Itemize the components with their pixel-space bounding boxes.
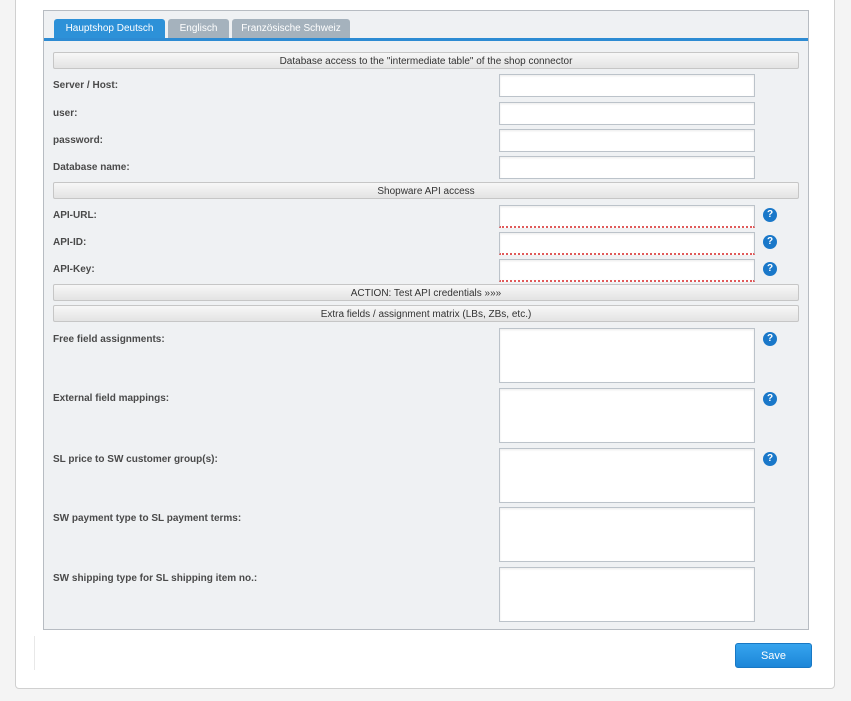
divider xyxy=(34,636,35,670)
api-url-label: API-URL: xyxy=(53,210,97,221)
payment-type-label: SW payment type to SL payment terms: xyxy=(53,513,242,524)
tab-franzoesische-schweiz[interactable]: Französische Schweiz xyxy=(232,19,350,39)
sl-price-help-icon[interactable]: ? xyxy=(763,452,777,466)
external-field-help-icon[interactable]: ? xyxy=(763,392,777,406)
api-url-input[interactable] xyxy=(499,205,755,228)
external-field-mappings-textarea[interactable] xyxy=(499,388,755,443)
free-field-assignments-textarea[interactable] xyxy=(499,328,755,383)
user-label: user: xyxy=(53,108,78,119)
api-key-label: API-Key: xyxy=(53,264,95,275)
api-url-help-icon[interactable]: ? xyxy=(763,208,777,222)
database-name-label: Database name: xyxy=(53,162,130,173)
api-key-input[interactable] xyxy=(499,259,755,282)
shipping-type-label: SW shipping type for SL shipping item no… xyxy=(53,573,258,584)
section-header-shopware-api: Shopware API access xyxy=(53,182,799,199)
free-field-assignments-label: Free field assignments: xyxy=(53,334,165,345)
tab-englisch[interactable]: Englisch xyxy=(168,19,229,39)
sl-price-customer-group-textarea[interactable] xyxy=(499,448,755,503)
free-field-help-icon[interactable]: ? xyxy=(763,332,777,346)
database-name-input[interactable] xyxy=(499,156,755,179)
server-host-label: Server / Host: xyxy=(53,80,119,91)
connector-settings-form: Hauptshop Deutsch Englisch Französische … xyxy=(43,10,809,630)
api-key-help-icon[interactable]: ? xyxy=(763,262,777,276)
api-id-help-icon[interactable]: ? xyxy=(763,235,777,249)
section-header-extra-fields: Extra fields / assignment matrix (LBs, Z… xyxy=(53,305,799,322)
shipping-type-textarea[interactable] xyxy=(499,567,755,622)
payment-type-textarea[interactable] xyxy=(499,507,755,562)
api-id-input[interactable] xyxy=(499,232,755,255)
tab-hauptshop-deutsch[interactable]: Hauptshop Deutsch xyxy=(54,19,165,39)
api-id-label: API-ID: xyxy=(53,237,87,248)
password-input[interactable] xyxy=(499,129,755,152)
sl-price-customer-group-label: SL price to SW customer group(s): xyxy=(53,454,218,465)
save-button[interactable]: Save xyxy=(735,643,812,668)
password-label: password: xyxy=(53,135,104,146)
server-host-input[interactable] xyxy=(499,74,755,97)
tab-bar-underline xyxy=(44,38,808,41)
external-field-mappings-label: External field mappings: xyxy=(53,393,170,404)
test-api-credentials-button[interactable]: ACTION: Test API credentials »»» xyxy=(53,284,799,301)
user-input[interactable] xyxy=(499,102,755,125)
section-header-database: Database access to the "intermediate tab… xyxy=(53,52,799,69)
